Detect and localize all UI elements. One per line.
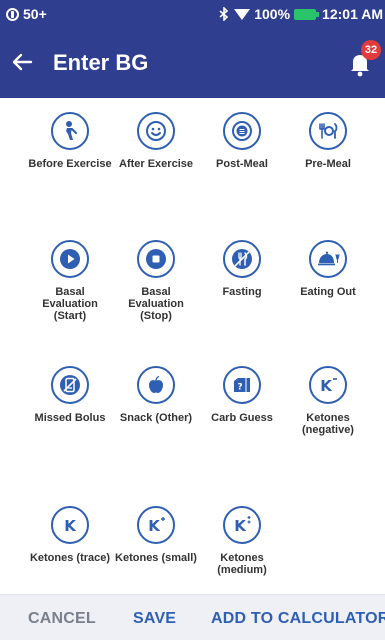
tag-post-meal[interactable]: Post-Meal (199, 112, 285, 170)
svg-text:K: K (64, 517, 77, 535)
tag-ketones-medium[interactable]: K Ketones (medium) (199, 506, 285, 576)
notifications-button[interactable]: 32 (345, 40, 381, 78)
tag-label: After Exercise (119, 158, 193, 170)
notification-count: 50+ (23, 6, 47, 22)
action-bar: CANCEL SAVE ADD TO CALCULATOR (0, 594, 385, 640)
carb-guess-icon: ? (223, 366, 261, 404)
svg-text:K: K (234, 517, 247, 535)
tag-basal-evaluation-start[interactable]: Basal Evaluation (Start) (27, 240, 113, 322)
missed-bolus-icon (51, 366, 89, 404)
notification-badge: 32 (361, 40, 381, 60)
tag-label: Basal Evaluation (Stop) (128, 286, 184, 322)
tag-basal-evaluation-stop[interactable]: Basal Evaluation (Stop) (113, 240, 199, 322)
tag-snack-other[interactable]: Snack (Other) (113, 366, 199, 424)
tag-after-exercise[interactable]: After Exercise (113, 112, 199, 170)
tag-fasting[interactable]: Fasting (199, 240, 285, 298)
app-bar: Enter BG 32 (0, 28, 385, 98)
tag-label: Eating Out (300, 286, 356, 298)
page-title: Enter BG (53, 50, 149, 75)
tag-before-exercise[interactable]: Before Exercise (27, 112, 113, 170)
ketones-negative-icon: K (309, 366, 347, 404)
play-icon (51, 240, 89, 278)
clock: 12:01 AM (322, 6, 383, 22)
tag-label: Missed Bolus (34, 412, 106, 424)
ketones-trace-icon: K (51, 506, 89, 544)
ketones-small-icon: K (137, 506, 175, 544)
wifi-icon (234, 8, 251, 20)
tag-label: Before Exercise (28, 158, 112, 170)
post-meal-icon (223, 112, 261, 150)
status-bar: 50+ 100% 12:01 AM (0, 0, 385, 28)
tag-label: Ketones (negative) (302, 412, 354, 436)
tag-pre-meal[interactable]: Pre-Meal (285, 112, 371, 170)
notification-count-icon (6, 7, 19, 21)
stop-icon (137, 240, 175, 278)
status-right: 100% 12:01 AM (218, 6, 383, 22)
tag-ketones-trace[interactable]: K Ketones (trace) (27, 506, 113, 564)
tag-missed-bolus[interactable]: Missed Bolus (27, 366, 113, 424)
svg-text:K: K (148, 517, 161, 535)
cancel-button[interactable]: CANCEL (28, 610, 96, 628)
tag-label: Ketones (small) (115, 552, 197, 564)
after-exercise-icon (137, 112, 175, 150)
tag-ketones-small[interactable]: K Ketones (small) (113, 506, 199, 564)
fasting-icon (223, 240, 261, 278)
tag-label: Ketones (medium) (217, 552, 267, 576)
add-to-calculator-button[interactable]: ADD TO CALCULATOR (211, 610, 385, 628)
tag-label: Basal Evaluation (Start) (42, 286, 98, 322)
tag-grid: Before Exercise After Exercise Post-Meal… (0, 98, 385, 594)
pre-meal-icon (309, 112, 347, 150)
back-arrow-icon[interactable] (6, 46, 38, 78)
tag-label: Fasting (222, 286, 262, 298)
tag-label: Pre-Meal (305, 158, 351, 170)
before-exercise-icon (51, 112, 89, 150)
bluetooth-icon (219, 7, 229, 21)
tag-carb-guess[interactable]: ? Carb Guess (199, 366, 285, 424)
ketones-medium-icon: K (223, 506, 261, 544)
battery-percent: 100% (254, 6, 291, 22)
cloche-icon (309, 240, 347, 278)
battery-icon (294, 8, 320, 20)
apple-icon (137, 366, 175, 404)
save-button[interactable]: SAVE (133, 610, 176, 628)
svg-text:K: K (320, 377, 333, 395)
status-left: 50+ (6, 6, 47, 22)
tag-eating-out[interactable]: Eating Out (285, 240, 371, 298)
tag-label: Post-Meal (216, 158, 268, 170)
svg-text:?: ? (237, 383, 242, 393)
tag-label: Snack (Other) (119, 412, 193, 424)
tag-ketones-negative[interactable]: K Ketones (negative) (285, 366, 371, 436)
tag-label: Ketones (trace) (29, 552, 111, 564)
tag-label: Carb Guess (211, 412, 273, 424)
